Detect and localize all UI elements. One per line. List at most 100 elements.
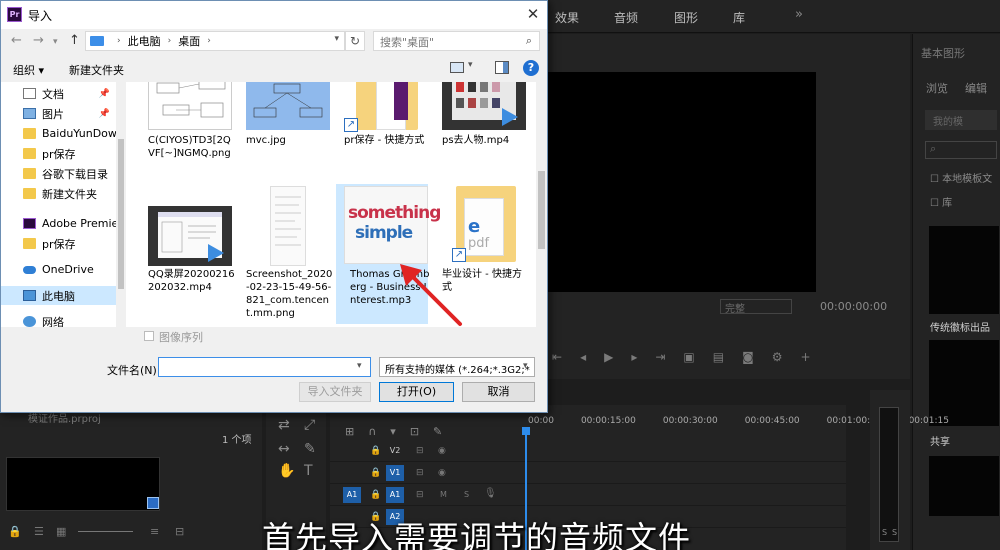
chevron-right-icon[interactable]: ›: [207, 36, 211, 46]
automate-icon[interactable]: ⊟: [175, 525, 184, 538]
add-button-icon[interactable]: +: [801, 350, 811, 368]
search-input[interactable]: 搜索"桌面" ⌕: [373, 31, 540, 51]
type-tool-icon[interactable]: T: [304, 463, 313, 479]
forward-icon[interactable]: →: [33, 33, 44, 48]
lock-icon[interactable]: 🔒: [8, 525, 22, 538]
add-marker-icon[interactable]: ▾: [390, 425, 396, 438]
track-target-v2[interactable]: V2: [386, 443, 404, 459]
address-bar[interactable]: › 此电脑 › 桌面 › ▾: [85, 31, 345, 51]
source-patch-a1[interactable]: A1: [343, 487, 361, 503]
workspace-tab-graphics[interactable]: 图形: [674, 9, 698, 26]
open-button[interactable]: 打开(O): [379, 382, 454, 402]
sidebar-item[interactable]: 谷歌下载目录: [1, 164, 116, 183]
up-icon[interactable]: ↑: [69, 33, 80, 48]
new-folder-button[interactable]: 新建文件夹: [69, 62, 124, 78]
back-icon[interactable]: ←: [11, 33, 22, 48]
chevron-down-icon[interactable]: ▾: [468, 60, 473, 70]
sidebar-item[interactable]: 图片 📌: [1, 104, 116, 123]
sidebar-item[interactable]: 文档 📌: [1, 84, 116, 103]
breadcrumb-desktop[interactable]: 桌面: [178, 33, 200, 49]
navigation-pane-scrollbar-thumb[interactable]: [118, 139, 124, 289]
image-sequence-checkbox[interactable]: [144, 331, 154, 341]
track-select-icon[interactable]: ⇄: [278, 417, 290, 433]
recent-locations-icon[interactable]: ▾: [53, 37, 58, 47]
template-thumbnail[interactable]: [929, 226, 999, 314]
mark-out-icon[interactable]: ⇥: [655, 350, 665, 368]
chevron-right-icon[interactable]: ›: [117, 36, 121, 46]
local-templates-checkbox[interactable]: ☐ 本地模板文: [930, 170, 992, 185]
zoom-slider[interactable]: [78, 531, 133, 532]
library-checkbox[interactable]: ☐ 库: [930, 194, 952, 209]
ripple-edit-icon[interactable]: ⤢: [304, 417, 315, 433]
lock-icon[interactable]: 🔒: [370, 490, 381, 500]
snap-icon[interactable]: ⊞: [345, 425, 354, 438]
sidebar-item[interactable]: pr保存: [1, 234, 116, 253]
sidebar-item[interactable]: 网络: [1, 312, 116, 327]
list-view-icon[interactable]: ☰: [34, 525, 44, 538]
wrench-icon[interactable]: ✎: [433, 425, 442, 438]
playhead-handle[interactable]: [522, 427, 530, 435]
microphone-icon[interactable]: 🎙: [484, 488, 497, 499]
play-icon[interactable]: ▶: [604, 350, 613, 368]
help-icon[interactable]: ?: [523, 60, 539, 76]
change-view-icon[interactable]: [450, 62, 464, 73]
sidebar-item[interactable]: BaiduYunDown: [1, 124, 116, 143]
track-target-a1[interactable]: A1: [386, 487, 404, 503]
workspace-tab-libraries[interactable]: 库: [733, 9, 745, 26]
sync-lock-icon[interactable]: ⊟: [416, 468, 424, 478]
settings-icon[interactable]: ⚙: [772, 350, 783, 368]
workspace-tab-audio[interactable]: 音频: [614, 9, 638, 26]
sort-icon[interactable]: ≡: [150, 525, 159, 538]
mark-in-icon[interactable]: ⇤: [552, 350, 562, 368]
filename-input[interactable]: [158, 357, 371, 377]
breadcrumb-this-pc[interactable]: 此电脑: [128, 33, 161, 49]
eye-icon[interactable]: ◉: [438, 468, 446, 478]
import-folder-button[interactable]: 导入文件夹: [299, 382, 371, 402]
track-row-v1[interactable]: [330, 462, 846, 484]
template-thumbnail[interactable]: [929, 340, 999, 426]
step-back-icon[interactable]: ◂: [580, 350, 586, 368]
sidebar-item[interactable]: 新建文件夹: [1, 184, 116, 203]
linked-selection-icon[interactable]: ∩: [368, 425, 376, 438]
track-row-a1[interactable]: [330, 484, 846, 506]
chevron-down-icon[interactable]: ▾: [523, 361, 528, 371]
template-thumbnail[interactable]: [929, 456, 999, 516]
refresh-button[interactable]: ↻: [345, 31, 365, 51]
close-icon[interactable]: ✕: [519, 4, 547, 26]
mute-button[interactable]: M: [440, 490, 447, 499]
meter-solo-label[interactable]: S: [892, 528, 897, 537]
lock-icon[interactable]: 🔒: [370, 468, 381, 478]
slip-icon[interactable]: ↔: [278, 441, 290, 457]
dialog-titlebar[interactable]: Pr 导入 ✕: [1, 1, 547, 29]
cancel-button[interactable]: 取消: [462, 382, 535, 402]
graphics-search-input[interactable]: ⌕: [925, 141, 997, 159]
organize-button[interactable]: 组织 ▾: [13, 62, 44, 78]
timeline-settings-icon[interactable]: ⊡: [410, 425, 419, 438]
hand-icon[interactable]: ✋: [278, 463, 295, 479]
camera-icon[interactable]: ◙: [742, 350, 754, 368]
file-type-select[interactable]: 所有支持的媒体 (*.264;*.3G2;*: [379, 357, 535, 377]
tab-edit[interactable]: 编辑: [965, 80, 987, 96]
tab-browse[interactable]: 浏览: [926, 80, 948, 96]
icon-view-icon[interactable]: ▦: [56, 525, 66, 538]
chevron-down-icon[interactable]: ▾: [334, 34, 339, 44]
chevron-right-icon[interactable]: ›: [168, 36, 172, 46]
chevron-down-icon[interactable]: ▾: [357, 361, 362, 371]
sidebar-item[interactable]: Adobe Premiere: [1, 214, 116, 233]
meter-solo-label[interactable]: S: [882, 528, 887, 537]
sidebar-item[interactable]: OneDrive: [1, 260, 116, 279]
my-templates-button[interactable]: 我的模: [925, 110, 997, 130]
lift-icon[interactable]: ▣: [683, 350, 694, 368]
extract-icon[interactable]: ▤: [713, 350, 724, 368]
pen-icon[interactable]: ✎: [304, 441, 316, 457]
sync-lock-icon[interactable]: ⊟: [416, 446, 424, 456]
eye-icon[interactable]: ◉: [438, 446, 446, 456]
sync-lock-icon[interactable]: ⊟: [416, 490, 424, 500]
track-target-v1[interactable]: V1: [386, 465, 404, 481]
workspace-tab-effects[interactable]: 效果: [555, 9, 579, 26]
workspace-overflow-icon[interactable]: »: [795, 7, 803, 22]
sidebar-item[interactable]: pr保存: [1, 144, 116, 163]
track-row-v2[interactable]: [330, 440, 846, 462]
lock-icon[interactable]: 🔒: [370, 446, 381, 456]
playback-resolution-select[interactable]: 完整: [720, 299, 792, 315]
